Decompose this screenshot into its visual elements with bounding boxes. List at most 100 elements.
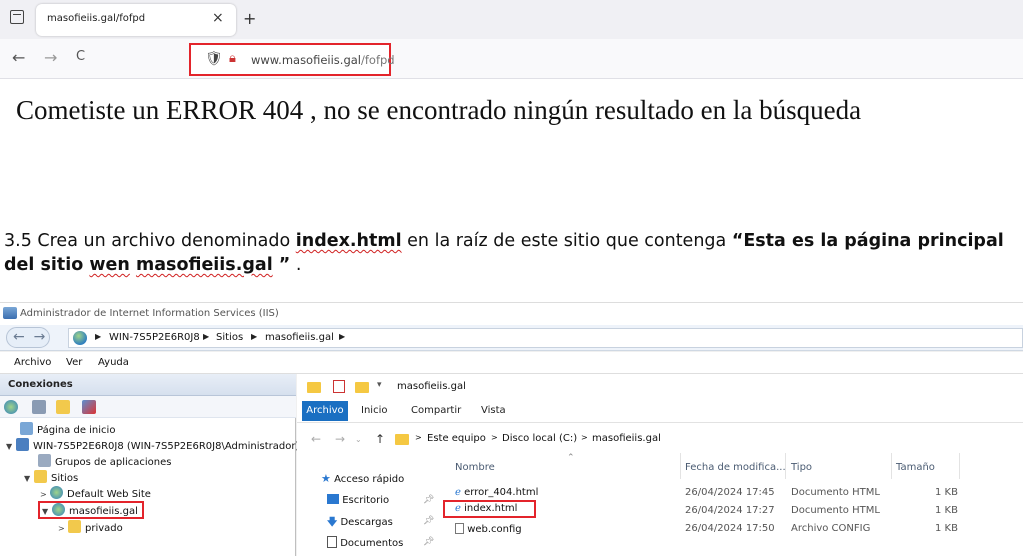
star-icon: ★: [321, 472, 331, 485]
reload-icon[interactable]: C: [76, 49, 85, 64]
up-arrow-icon[interactable]: ↑: [375, 432, 385, 446]
column-separator[interactable]: [680, 453, 681, 479]
server-icon: [16, 438, 29, 451]
nav-documents[interactable]: Documentos: [327, 536, 403, 549]
ribbon-tab-inicio[interactable]: Inicio: [361, 405, 387, 416]
close-tab-icon[interactable]: ×: [212, 10, 224, 26]
properties-icon[interactable]: [333, 380, 345, 393]
iis-back-forward-buttons[interactable]: ← →: [6, 327, 50, 348]
connections-header: Conexiones: [0, 374, 296, 396]
file-name: web.config: [467, 524, 522, 535]
tree-item-sites[interactable]: ▼ Sitios: [24, 470, 78, 486]
url-domain: www.masofieiis.gal: [251, 53, 361, 67]
chevron-right-icon: >: [491, 433, 498, 442]
chevron-down-icon[interactable]: ▼: [6, 442, 16, 451]
tree-item-selected-site[interactable]: ▼ masofieiis.gal: [38, 501, 144, 519]
pin-icon[interactable]: 📌︎: [423, 537, 434, 547]
path-this-pc[interactable]: Este equipo: [427, 433, 486, 444]
back-arrow-icon[interactable]: ←: [12, 48, 25, 67]
file-name: index.html: [464, 503, 518, 514]
column-separator[interactable]: [959, 453, 960, 479]
explorer-ribbon: Archivo Inicio Compartir Vista: [297, 399, 1023, 423]
document-icon: [327, 536, 337, 548]
folder-icon: [395, 434, 409, 445]
instruction-site-name: masofieiis.gal: [135, 255, 273, 275]
url-text[interactable]: www.masofieiis.gal/fofpd: [251, 53, 395, 67]
file-size: 1 KB: [935, 523, 958, 534]
chevron-right-icon: ▶: [251, 332, 258, 341]
tree-item-default-site[interactable]: > Default Web Site: [40, 486, 151, 502]
crumb-site[interactable]: masofieiis.gal: [265, 332, 334, 343]
column-separator[interactable]: [785, 453, 786, 479]
tree-item-server[interactable]: ▼ WIN-7S5P2E6R0J8 (WIN-7S5P2E6R0J8\Admini…: [6, 438, 299, 454]
connect-globe-icon[interactable]: [4, 400, 18, 414]
iis-address-bar: ← → ▶ WIN-7S5P2E6R0J8 ▶ Sitios ▶ masofie…: [0, 325, 1023, 351]
column-size[interactable]: Tamaño: [896, 462, 935, 473]
explorer-title: masofieiis.gal: [397, 381, 466, 392]
forward-arrow-icon[interactable]: →: [44, 48, 57, 67]
file-type: Documento HTML: [791, 505, 880, 516]
new-folder-icon[interactable]: [355, 382, 369, 393]
file-name: error_404.html: [464, 487, 539, 498]
path-local-disk[interactable]: Disco local (C:): [502, 433, 577, 444]
shield-icon[interactable]: 🛡︎: [205, 51, 223, 67]
globe-icon: [73, 331, 87, 345]
config-file-icon: [455, 523, 464, 534]
iis-window-title: Administrador de Internet Information Se…: [20, 308, 279, 319]
ribbon-file-tab[interactable]: Archivo: [302, 401, 348, 421]
pin-icon[interactable]: 📌︎: [423, 495, 434, 505]
tree-item-app-pools[interactable]: Grupos de aplicaciones: [38, 454, 171, 470]
tree-item-home[interactable]: Página de inicio: [20, 422, 115, 438]
tab-list-icon[interactable]: [10, 10, 24, 24]
globe-icon: [50, 486, 63, 499]
file-name-cell: web.config: [455, 523, 522, 535]
chevron-right-icon[interactable]: >: [58, 524, 68, 533]
new-tab-icon[interactable]: +: [243, 9, 256, 28]
ribbon-tab-compartir[interactable]: Compartir: [411, 405, 461, 416]
recent-dropdown-icon[interactable]: ⌄: [355, 435, 362, 444]
iis-breadcrumb[interactable]: ▶ WIN-7S5P2E6R0J8 ▶ Sitios ▶ masofieiis.…: [68, 328, 1023, 348]
file-row[interactable]: web.config 26/04/2024 17:50 Archivo CONF…: [447, 520, 958, 538]
save-icon[interactable]: [32, 400, 46, 414]
nav-desktop[interactable]: Escritorio: [327, 494, 389, 506]
tree-item-privado[interactable]: > privado: [58, 520, 123, 536]
chevron-right-icon: >: [581, 433, 588, 442]
chevron-down-icon[interactable]: ▼: [42, 507, 52, 516]
crumb-server[interactable]: WIN-7S5P2E6R0J8: [109, 332, 200, 343]
chevron-down-icon[interactable]: ▼: [24, 474, 34, 483]
quick-access-item[interactable]: ★ Acceso rápido: [321, 472, 404, 485]
back-arrow-icon[interactable]: ←: [311, 432, 321, 446]
crumb-sites[interactable]: Sitios: [216, 332, 243, 343]
nav-downloads[interactable]: 🡇 Descargas: [327, 515, 393, 532]
iis-menubar: Archivo Ver Ayuda: [0, 352, 1023, 374]
chevron-right-icon: ▶: [339, 332, 346, 341]
file-size: 1 KB: [935, 487, 958, 498]
tree-item-label: WIN-7S5P2E6R0J8 (WIN-7S5P2E6R0J8\Adminis…: [33, 441, 300, 452]
iis-titlebar: Administrador de Internet Information Se…: [0, 303, 1023, 325]
forward-arrow-icon[interactable]: →: [335, 432, 345, 446]
quick-access-dropdown-icon[interactable]: ▾: [377, 380, 382, 390]
menu-ver[interactable]: Ver: [66, 357, 82, 368]
file-row[interactable]: ℯ index.html 26/04/2024 17:27 Documento …: [443, 500, 958, 520]
chevron-right-icon: >: [415, 433, 422, 442]
column-date[interactable]: Fecha de modifica...: [685, 462, 786, 473]
file-date: 26/04/2024 17:45: [685, 487, 775, 498]
instruction-end: .: [290, 255, 302, 275]
insecure-lock-icon[interactable]: 🔒︎: [229, 51, 236, 66]
column-type[interactable]: Tipo: [791, 462, 812, 473]
file-type: Documento HTML: [791, 487, 880, 498]
chevron-right-icon[interactable]: >: [40, 490, 50, 499]
pin-icon[interactable]: 📌︎: [423, 516, 434, 526]
path-site-folder[interactable]: masofieiis.gal: [592, 433, 661, 444]
menu-archivo[interactable]: Archivo: [14, 357, 51, 368]
browser-tab[interactable]: masofieiis.gal/fofpd ×: [36, 4, 236, 36]
disconnect-icon[interactable]: [82, 400, 96, 414]
column-separator[interactable]: [891, 453, 892, 479]
ribbon-tab-vista[interactable]: Vista: [481, 405, 506, 416]
tab-title: masofieiis.gal/fofpd: [47, 13, 146, 24]
up-folder-icon[interactable]: [56, 400, 70, 414]
column-name[interactable]: Nombre: [455, 462, 495, 473]
menu-ayuda[interactable]: Ayuda: [98, 357, 129, 368]
url-bar[interactable]: 🛡︎ 🔒︎ www.masofieiis.gal/fofpd: [189, 43, 395, 76]
folder-icon: [68, 520, 81, 533]
